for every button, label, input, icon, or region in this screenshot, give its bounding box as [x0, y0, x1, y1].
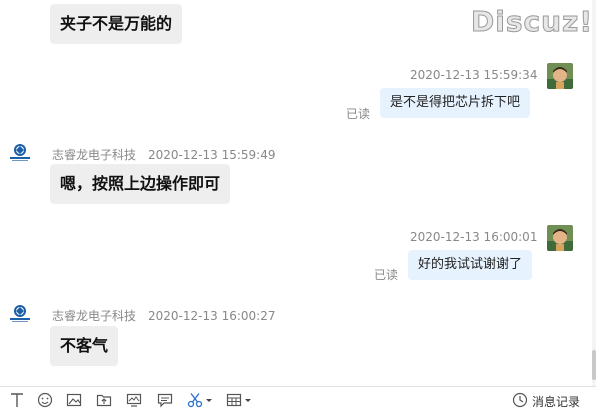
company-avatar[interactable] — [8, 304, 32, 324]
sender-name: 志睿龙电子科技 — [52, 309, 137, 323]
message-text: 夹子不是万能的 — [60, 14, 173, 33]
image-icon[interactable] — [66, 392, 82, 408]
message-meta: 志睿龙电子科技 2020-12-13 15:59:49 — [52, 146, 275, 163]
scrollbar-thumb[interactable] — [592, 350, 596, 380]
company-logo-icon — [10, 144, 30, 161]
message-bubble-incoming: 不客气 — [50, 326, 119, 366]
company-avatar[interactable] — [8, 143, 32, 163]
chat-bubble-icon[interactable] — [157, 392, 173, 408]
message-text: 好的我试试谢谢了 — [418, 257, 523, 272]
message-meta: 志睿龙电子科技 2020-12-13 16:00:27 — [52, 307, 275, 324]
user-avatar[interactable] — [547, 63, 573, 89]
avatar-image-icon — [547, 225, 573, 251]
message-text: 是不是得把芯片拆下吧 — [390, 95, 521, 110]
chevron-down-icon[interactable] — [244, 392, 252, 408]
message-bubble-incoming: 嗯，按照上边操作即可 — [50, 164, 231, 204]
user-avatar[interactable] — [547, 225, 573, 251]
sender-name: 志睿龙电子科技 — [52, 148, 137, 162]
message-text: 不客气 — [60, 336, 109, 355]
read-status: 已读 — [346, 107, 371, 121]
clock-icon[interactable] — [512, 392, 528, 408]
message-timestamp: 2020-12-13 16:00:01 — [410, 230, 538, 244]
message-timestamp: 2020-12-13 15:59:34 — [410, 68, 538, 82]
avatar-image-icon — [547, 63, 573, 89]
folder-icon[interactable] — [96, 392, 112, 408]
chat-message-area: Discuz! 夹子不是万能的 2020-12-13 15:59:34 已读 是… — [0, 0, 592, 386]
text-format-icon[interactable] — [9, 392, 25, 408]
message-bubble-incoming: 夹子不是万能的 — [50, 4, 183, 44]
discuz-watermark: Discuz! — [470, 5, 592, 39]
read-status: 已读 — [374, 268, 399, 282]
scissors-icon[interactable] — [187, 392, 203, 408]
message-history-link[interactable]: 消息记录 — [532, 393, 580, 410]
chat-scrollbar[interactable] — [592, 0, 596, 386]
grid-icon[interactable] — [226, 392, 242, 408]
message-text: 嗯，按照上边操作即可 — [60, 174, 221, 193]
message-timestamp: 2020-12-13 16:00:27 — [148, 309, 276, 323]
emoji-icon[interactable] — [37, 392, 53, 408]
input-toolbar: 消息记录 — [0, 386, 596, 413]
chevron-down-icon[interactable] — [205, 392, 213, 408]
message-bubble-outgoing: 是不是得把芯片拆下吧 — [380, 88, 531, 118]
message-timestamp: 2020-12-13 15:59:49 — [148, 148, 276, 162]
message-bubble-outgoing: 好的我试试谢谢了 — [408, 250, 533, 280]
screen-capture-icon[interactable] — [126, 392, 142, 408]
company-logo-icon — [10, 305, 30, 322]
